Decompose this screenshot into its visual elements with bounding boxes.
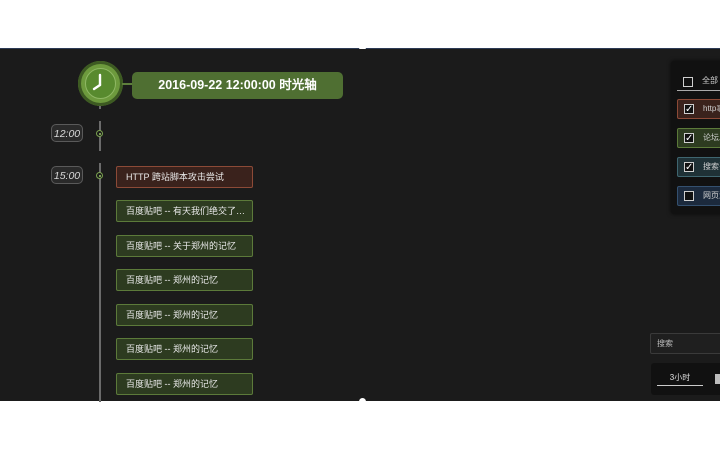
filter-all-row[interactable]: 全部 bbox=[677, 73, 720, 91]
search-input[interactable]: 搜索 bbox=[650, 333, 720, 354]
event-item-tieba-1[interactable]: 百度贴吧 -- 有天我们绝交了、…… bbox=[116, 200, 253, 222]
filter-all-label: 全部 bbox=[702, 76, 718, 85]
event-item-tieba-4[interactable]: 百度贴吧 -- 郑州的记忆 bbox=[116, 304, 253, 326]
axis-gap-2 bbox=[99, 151, 101, 163]
time-marker-1200: 12:00 bbox=[51, 124, 83, 142]
filter-checkbox-http[interactable]: ✓ bbox=[684, 104, 694, 115]
filter-label-http: http事 bbox=[703, 104, 720, 113]
event-item-tieba-3[interactable]: 百度贴吧 -- 郑州的记忆 bbox=[116, 269, 253, 291]
resize-handle-bottom[interactable] bbox=[359, 398, 366, 405]
time-node-1200[interactable] bbox=[96, 130, 103, 137]
filter-item-forum[interactable]: ✓ 论坛发 bbox=[677, 128, 720, 148]
filter-item-http[interactable]: ✓ http事 bbox=[677, 99, 720, 119]
axis-gap-1 bbox=[99, 109, 101, 121]
timeline-header-title: 2016-09-22 12:00:00 时光轴 bbox=[132, 72, 343, 99]
range-selector[interactable]: 3小时 bbox=[657, 371, 703, 386]
filter-label-forum: 论坛发 bbox=[703, 133, 720, 142]
filter-all-checkbox[interactable] bbox=[683, 77, 693, 87]
filter-item-browse[interactable]: 网页浏 bbox=[677, 186, 720, 206]
time-marker-1500: 15:00 bbox=[51, 166, 83, 184]
event-item-tieba-2[interactable]: 百度贴吧 -- 关于郑州的记忆 bbox=[116, 235, 253, 257]
clock-icon bbox=[78, 61, 123, 106]
filter-checkbox-search[interactable]: ✓ bbox=[684, 162, 694, 173]
filter-item-search[interactable]: ✓ 搜索引 bbox=[677, 157, 720, 177]
range-button[interactable] bbox=[715, 374, 720, 384]
event-item-tieba-6[interactable]: 百度贴吧 -- 郑州的记忆 bbox=[116, 373, 253, 395]
filter-label-browse: 网页浏 bbox=[703, 191, 720, 200]
filter-panel: 全部 ✓ http事 ✓ 论坛发 ✓ 搜索引 网页浏 bbox=[671, 61, 720, 214]
event-item-xss[interactable]: HTTP 跨站脚本攻击尝试 bbox=[116, 166, 253, 188]
filter-checkbox-browse[interactable] bbox=[684, 191, 694, 201]
time-node-1500[interactable] bbox=[96, 172, 103, 179]
filter-label-search: 搜索引 bbox=[703, 162, 720, 171]
event-item-tieba-5[interactable]: 百度贴吧 -- 郑州的记忆 bbox=[116, 338, 253, 360]
filter-checkbox-forum[interactable]: ✓ bbox=[684, 133, 694, 144]
